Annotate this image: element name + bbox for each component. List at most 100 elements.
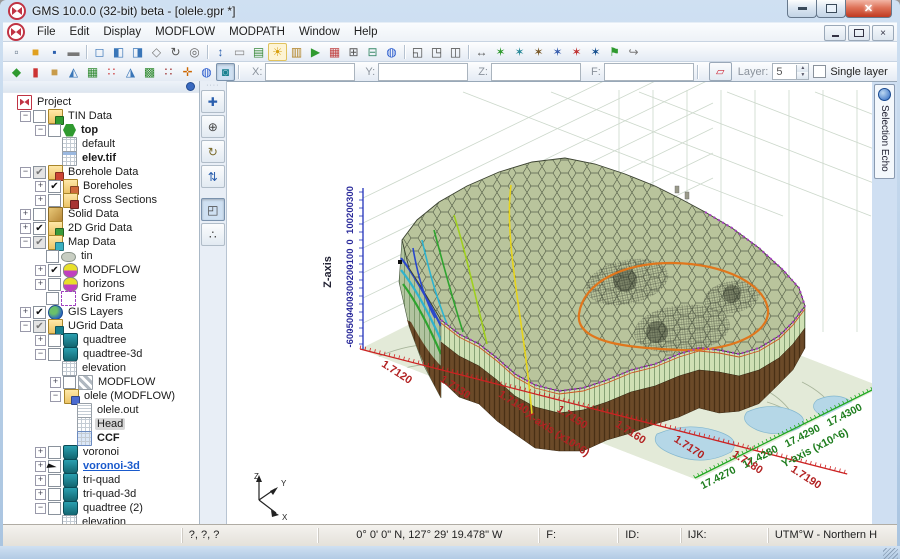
tree-item-label[interactable]: voronoi-3d (81, 460, 142, 472)
expand-toggle[interactable]: − (35, 124, 46, 136)
side-view-icon[interactable]: ◨ (128, 43, 147, 61)
expand-toggle[interactable]: + (50, 376, 61, 388)
expand-toggle[interactable]: + (35, 180, 46, 192)
menu-file[interactable]: File (30, 25, 63, 39)
tree-item-borehole-data[interactable]: − ✔ Borehole Data (3, 164, 199, 181)
checkbox[interactable] (48, 277, 61, 291)
select-vertex-tool-icon[interactable]: ∴ (200, 223, 225, 246)
tree-item-tri-quad[interactable]: + tri-quad (3, 472, 199, 488)
checkbox[interactable] (48, 333, 61, 347)
checkbox[interactable]: ✔ (33, 319, 46, 333)
tree-item-grid-frame[interactable]: Grid Frame (3, 290, 199, 306)
ugrid-module-icon[interactable]: ◙ (216, 62, 235, 81)
palette-grip[interactable]: ···· (206, 82, 219, 89)
tree-item-label[interactable]: elevation (80, 516, 128, 524)
tree-item-cross-sections[interactable]: + Cross Sections (3, 192, 199, 209)
map-to-ugrid-icon[interactable]: ✶ (586, 43, 605, 61)
expand-toggle[interactable]: + (20, 222, 31, 234)
expand-toggle[interactable]: + (35, 334, 46, 346)
expand-toggle[interactable]: − (20, 110, 31, 122)
tree-item-modflow[interactable]: + ✔ MODFLOW (3, 262, 199, 278)
map-to-borehole-icon[interactable]: ✶ (510, 43, 529, 61)
bring-forward-icon[interactable]: ◱ (408, 43, 427, 61)
contour-options-icon[interactable]: ▥ (287, 43, 306, 61)
map-to-mesh-icon[interactable]: ✶ (548, 43, 567, 61)
tree-item-tin[interactable]: tin (3, 249, 199, 263)
mdi-minimize-button[interactable] (824, 25, 846, 41)
tree-item-label[interactable]: horizons (81, 278, 127, 290)
checkbox[interactable]: ✔ (48, 263, 61, 277)
tree-item-label[interactable]: 2D Grid Data (66, 222, 134, 234)
expand-toggle[interactable]: − (35, 348, 46, 360)
tin-module-icon[interactable]: ◆ (7, 63, 26, 81)
graphics-view[interactable]: 1.71201.71301.71401.71501.71601.71701.71… (227, 82, 873, 524)
send-backward-icon[interactable]: ◳ (427, 43, 446, 61)
mdi-close-button[interactable]: × (872, 25, 894, 41)
tree-item-label[interactable]: quadtree (81, 334, 128, 346)
checkbox[interactable] (48, 473, 61, 487)
tree-item-label[interactable]: default (80, 138, 117, 150)
tree-item-label[interactable]: Cross Sections (81, 194, 159, 206)
properties-icon[interactable]: ▭ (230, 43, 249, 61)
map-to-grid-icon[interactable]: ✶ (567, 43, 586, 61)
tree-item-boreholes[interactable]: + ✔ Boreholes (3, 178, 199, 195)
tree-item-label[interactable]: voronoi (81, 446, 121, 458)
tree-item-label[interactable]: elevation (80, 362, 128, 374)
y-input[interactable] (378, 62, 469, 81)
mesh2d-module-icon[interactable]: ◭ (64, 63, 83, 81)
resize-grip[interactable] (883, 548, 898, 559)
play-animation-icon[interactable]: ▶ (306, 43, 325, 61)
menu-modflow[interactable]: MODFLOW (148, 25, 222, 39)
add-plot-icon[interactable]: ⊟ (363, 43, 382, 61)
tree-item-olele-out[interactable]: olele.out (3, 402, 199, 418)
menu-help[interactable]: Help (347, 25, 385, 39)
tree-item-label[interactable]: Head (95, 418, 126, 430)
tree-item-label[interactable]: tri-quad (81, 474, 122, 486)
checkbox[interactable] (33, 207, 46, 221)
tree-item-label[interactable]: elev.tif (80, 152, 118, 164)
mdi-restore-button[interactable] (848, 25, 870, 41)
tree-item-voronoi[interactable]: + voronoi (3, 444, 199, 460)
tree-item-label[interactable]: UGrid Data (66, 320, 125, 332)
tree-item-label[interactable]: GIS Layers (66, 306, 125, 318)
expand-toggle[interactable]: + (35, 474, 46, 486)
checkbox[interactable] (48, 445, 61, 459)
tree-item-label[interactable]: Borehole Data (66, 166, 140, 178)
expand-toggle[interactable]: + (35, 460, 46, 472)
previous-view-icon[interactable]: ◎ (185, 43, 204, 61)
pan-tool-icon[interactable]: ✚ (200, 90, 225, 113)
zoom-tool-icon[interactable]: ⊕ (200, 115, 225, 138)
tree-item-2d-grid-data[interactable]: + ✔ 2D Grid Data (3, 220, 199, 237)
gis-module-icon[interactable]: ◍ (197, 63, 216, 81)
export-flag-icon[interactable]: ⚑ (605, 43, 624, 61)
tree-item-label[interactable]: quadtree (2) (81, 502, 145, 514)
tree-item-elevation[interactable]: elevation (3, 360, 199, 376)
menu-window[interactable]: Window (292, 25, 347, 39)
checkbox[interactable] (48, 501, 61, 515)
tree-item-voronoi-3d[interactable]: + voronoi-3d (3, 458, 199, 474)
checkbox[interactable]: ✔ (48, 179, 61, 193)
tree-item-label[interactable]: top (79, 124, 100, 136)
grid3d-module-icon[interactable]: ▩ (140, 63, 159, 81)
grid2d-module-icon[interactable]: ▦ (83, 63, 102, 81)
tree-item-tin-data[interactable]: − TIN Data (3, 108, 199, 125)
tree-item-project[interactable]: Project (3, 94, 199, 110)
expand-toggle[interactable]: + (20, 306, 31, 318)
tree-item-horizons[interactable]: + horizons (3, 276, 199, 292)
tree-item-gis-layers[interactable]: + ✔ GIS Layers (3, 304, 199, 320)
oblique-view-icon[interactable]: ◇ (147, 43, 166, 61)
checkbox[interactable] (48, 347, 61, 361)
tree-item-label[interactable]: MODFLOW (81, 264, 142, 276)
checkbox[interactable] (63, 375, 76, 389)
x-input[interactable] (265, 62, 356, 81)
map-to-solid-icon[interactable]: ✶ (529, 43, 548, 61)
expand-toggle[interactable]: + (35, 278, 46, 290)
minimize-button[interactable] (787, 0, 817, 18)
calculator-icon[interactable]: ⊞ (344, 43, 363, 61)
expand-toggle[interactable]: − (20, 166, 31, 178)
rotate-tool-icon[interactable]: ↻ (200, 140, 225, 163)
close-button[interactable]: ✕ (845, 0, 892, 18)
rotate-view-icon[interactable]: ↻ (166, 43, 185, 61)
checkbox[interactable] (48, 487, 61, 501)
solid-module-icon[interactable]: ■ (45, 63, 64, 81)
